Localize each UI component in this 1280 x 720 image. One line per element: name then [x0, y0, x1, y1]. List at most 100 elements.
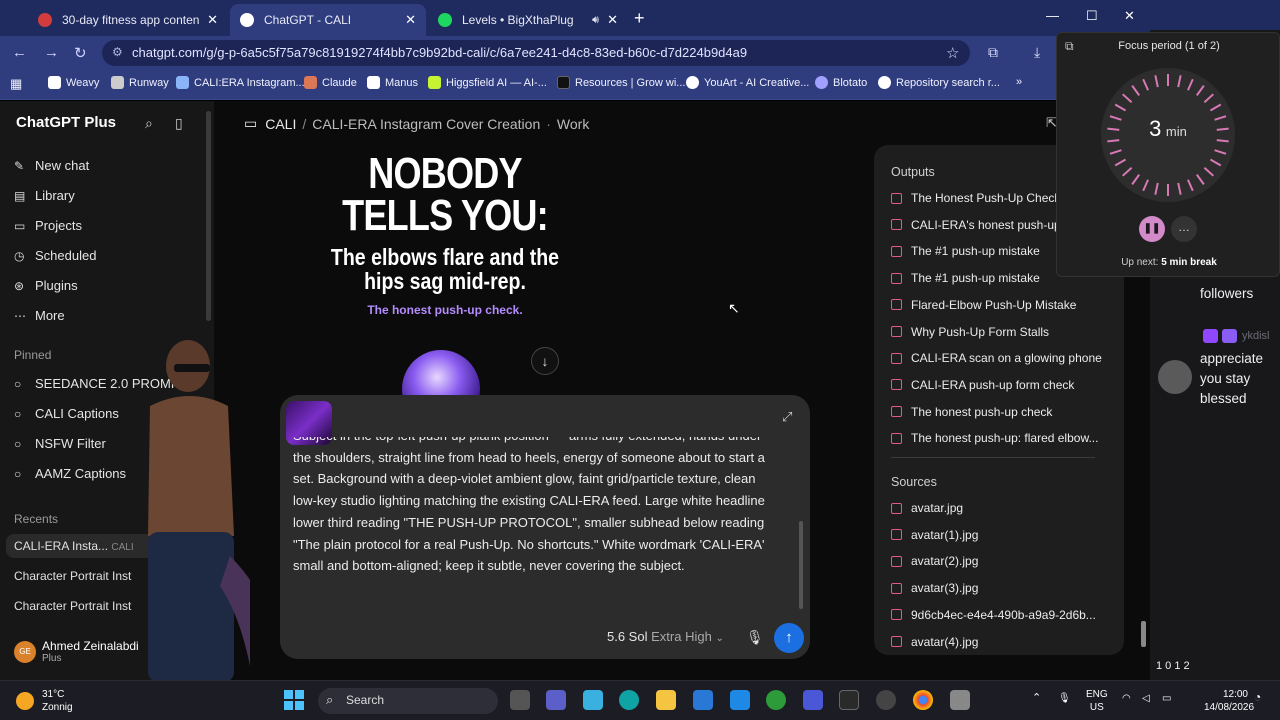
download-icon[interactable]: ⤓	[1034, 44, 1040, 61]
output-item[interactable]: CALI-ERA push-up form check	[891, 378, 1074, 392]
pinned-item[interactable]: ○ NSFW Filter	[14, 436, 106, 451]
sidebar-item-new-chat[interactable]: ✎ New chat	[14, 158, 89, 173]
bookmark-manus[interactable]: Manus	[367, 76, 418, 89]
timer-tick	[1121, 93, 1133, 103]
expand-icon[interactable]: ⤢	[782, 409, 792, 425]
source-item[interactable]: 9d6cb4ec-e4e4-490b-a9a9-2d6b...	[891, 608, 1096, 622]
outlook-icon[interactable]	[693, 690, 713, 710]
timer-tick	[1214, 149, 1227, 155]
chrome-icon[interactable]	[913, 690, 933, 710]
microphone-icon[interactable]: 🎙︎	[746, 629, 764, 646]
tab-chatgpt[interactable]: ChatGPT - CALI ✕	[230, 4, 426, 36]
close-icon[interactable]: ✕	[207, 12, 218, 28]
copilot-icon[interactable]	[583, 690, 603, 710]
maximize-button[interactable]: ☐	[1086, 8, 1098, 24]
tab-spotify[interactable]: Levels • BigXthaPlug 🔊︎ ✕	[428, 4, 628, 36]
bookmark-youart[interactable]: YouArt - AI Creative...	[686, 76, 809, 89]
microphone-icon[interactable]: 🎙︎	[1058, 692, 1071, 705]
site-info-icon[interactable]: ⚙	[112, 45, 123, 59]
source-item[interactable]: avatar(1).jpg	[891, 528, 978, 542]
bookmark-star-icon[interactable]: ☆	[946, 44, 959, 62]
model-selector[interactable]: 5.6 Sol Extra High ⌄	[607, 629, 724, 644]
app-icon[interactable]	[730, 690, 750, 710]
tab-fitness-calendar[interactable]: 30-day fitness app content cale ✕	[28, 4, 228, 36]
pinned-item[interactable]: ○ AAMZ Captions	[14, 466, 126, 481]
output-item[interactable]: The honest push-up: flared elbow...	[891, 431, 1098, 445]
app-icon[interactable]	[950, 690, 970, 710]
prompt-textarea[interactable]: Subject in the top-left push-up plank po…	[293, 437, 777, 609]
panel-scrollbar[interactable]	[1141, 621, 1146, 647]
wifi-icon[interactable]: ◠	[1122, 692, 1131, 705]
breadcrumb-folder[interactable]: Work	[557, 116, 589, 132]
user-profile[interactable]: GE Ahmed Zeinalabdi Plus	[14, 639, 139, 664]
window-close-button[interactable]: ✕	[1124, 8, 1135, 24]
meet-icon[interactable]	[803, 690, 823, 710]
recent-item[interactable]: Character Portrait Inst	[14, 569, 131, 583]
speaker-icon[interactable]: 🔊︎	[592, 14, 599, 27]
bookmark-runway[interactable]: Runway	[111, 76, 169, 89]
extensions-icon[interactable]: ⧉	[988, 44, 998, 61]
source-item[interactable]: avatar(3).jpg	[891, 581, 978, 595]
sidebar-scrollbar[interactable]	[206, 111, 211, 321]
notification-icon[interactable]: ◔	[1254, 691, 1261, 704]
output-item[interactable]: The honest push-up check	[891, 405, 1052, 419]
composer-scrollbar[interactable]	[799, 521, 803, 609]
output-item[interactable]: CALI-ERA scan on a glowing phone	[891, 351, 1102, 365]
sidebar-item-projects[interactable]: ▭ Projects	[14, 218, 82, 233]
forward-icon[interactable]: →	[44, 44, 59, 61]
sidebar-item-scheduled[interactable]: ◷ Scheduled	[14, 248, 96, 263]
taskbar-search[interactable]: ⌕ Search	[318, 688, 498, 714]
pause-button[interactable]: ❚❚	[1139, 216, 1165, 242]
apps-icon[interactable]: ▦	[10, 76, 22, 92]
bookmark-blotato[interactable]: Blotato	[815, 76, 867, 89]
bookmark-claude[interactable]: Claude	[304, 76, 357, 89]
bookmark-higgsfield[interactable]: Higgsfield AI — AI-...	[428, 76, 547, 89]
scroll-down-button[interactable]: ↓	[531, 347, 559, 375]
bookmark-resources[interactable]: Resources | Grow wi...	[557, 76, 685, 89]
task-view-icon[interactable]	[510, 690, 530, 710]
file-explorer-icon[interactable]	[656, 690, 676, 710]
start-button[interactable]	[284, 690, 304, 710]
edge-icon[interactable]	[619, 690, 639, 710]
output-item[interactable]: Why Push-Up Form Stalls	[891, 325, 1049, 339]
source-item[interactable]: avatar(2).jpg	[891, 554, 978, 568]
back-icon[interactable]: ←	[12, 44, 27, 61]
address-bar[interactable]: ⚙ chatgpt.com/g/g-p-6a5c5f75a79c81919274…	[102, 40, 970, 66]
more-options-button[interactable]: …	[1171, 216, 1197, 242]
search-icon[interactable]: ⌕	[145, 115, 153, 132]
volume-icon[interactable]: ◁	[1142, 692, 1150, 705]
bookmark-cali-era[interactable]: CALI:ERA Instagram...	[176, 76, 305, 89]
sidebar-item-library[interactable]: ▤ Library	[14, 188, 75, 203]
minimize-button[interactable]: —	[1046, 8, 1059, 23]
source-item[interactable]: avatar(4).jpg	[891, 635, 978, 649]
new-tab-button[interactable]: +	[634, 8, 645, 29]
pinned-item[interactable]: ○ CALI Captions	[14, 406, 119, 421]
reload-icon[interactable]: ↻	[74, 44, 87, 62]
bookmarks-overflow-button[interactable]: »	[1016, 76, 1022, 88]
breadcrumb-project[interactable]: CALI	[265, 116, 296, 132]
close-icon[interactable]: ✕	[405, 12, 416, 28]
source-item[interactable]: avatar.jpg	[891, 501, 963, 515]
language-indicator[interactable]: ENG US	[1086, 688, 1108, 714]
close-icon[interactable]: ✕	[607, 12, 618, 28]
output-item[interactable]: Flared-Elbow Push-Up Mistake	[891, 298, 1076, 312]
battery-icon[interactable]: ▭	[1162, 692, 1171, 705]
output-item[interactable]: The #1 push-up mistake	[891, 271, 1040, 285]
output-item[interactable]: The #1 push-up mistake	[891, 244, 1040, 258]
tray-overflow-icon[interactable]: ⌃	[1032, 692, 1041, 705]
sidebar-item-plugins[interactable]: ⊛ Plugins	[14, 278, 78, 293]
output-item[interactable]: The Honest Push-Up Check	[891, 191, 1060, 205]
bookmark-repository-search[interactable]: Repository search r...	[878, 76, 1000, 89]
clock[interactable]: 12:00 14/08/2026	[1204, 688, 1254, 714]
sidebar-toggle-icon[interactable]: ▯	[175, 115, 183, 132]
xbox-icon[interactable]	[766, 690, 786, 710]
send-button[interactable]: ↑	[774, 623, 804, 653]
weather-widget[interactable]: 31°C Zonnig	[16, 688, 73, 714]
app-window-icon[interactable]	[839, 690, 859, 710]
sidebar-item-more[interactable]: ⋯ More	[14, 308, 65, 323]
settings-icon[interactable]	[876, 690, 896, 710]
recent-item[interactable]: Character Portrait Inst	[14, 599, 131, 613]
bookmark-weavy[interactable]: Weavy	[48, 76, 99, 89]
output-item[interactable]: CALI-ERA's honest push-up	[891, 218, 1061, 232]
teams-icon[interactable]	[546, 690, 566, 710]
